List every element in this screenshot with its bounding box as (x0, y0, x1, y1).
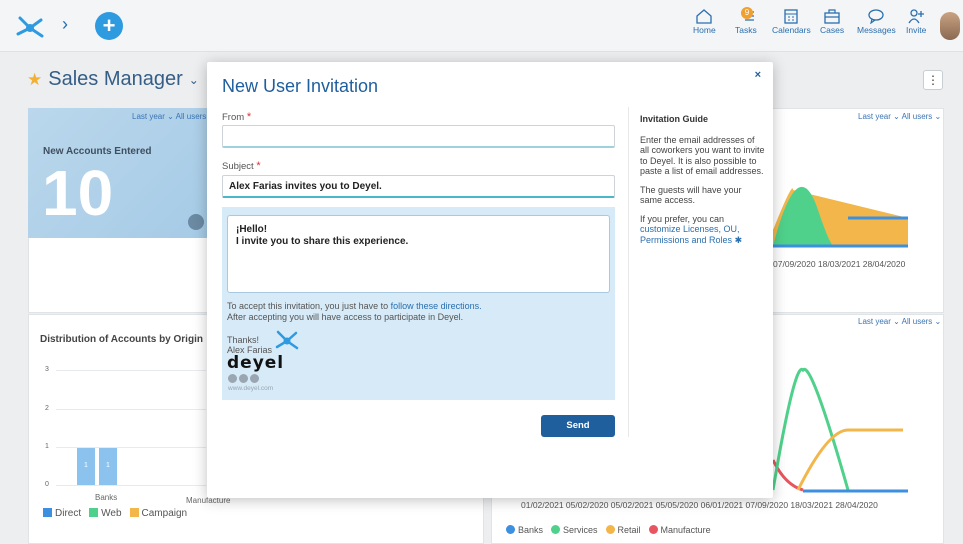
deyel-logo-icon[interactable] (14, 12, 46, 40)
directions-link[interactable]: follow these directions. (391, 301, 482, 311)
y-tick: 3 (45, 366, 49, 373)
message-icon (868, 9, 885, 24)
invite-user-icon (908, 9, 925, 24)
distribution-legend: Direct Web Campaign (43, 508, 187, 519)
nav-messages-label: Messages (857, 25, 896, 35)
gauge-icon (188, 214, 204, 230)
subject-label: Subject * (222, 160, 261, 172)
linkedin-icon[interactable] (239, 374, 248, 383)
favorite-star-icon[interactable]: ★ (27, 70, 42, 90)
user-avatar[interactable] (940, 12, 960, 40)
expand-chevron-icon[interactable]: › (62, 14, 68, 35)
invitation-modal: New User Invitation × From * Subject * A… (207, 62, 773, 498)
social-icons (228, 374, 259, 383)
accounts-filter[interactable]: Last year ⌄ All users (132, 112, 206, 121)
briefcase-icon (824, 9, 840, 24)
line-chart (773, 367, 908, 493)
message-textarea[interactable]: ¡Hello! I invite you to share this exper… (227, 215, 610, 293)
accounts-value: 10 (42, 157, 114, 229)
y-tick: 0 (45, 481, 49, 488)
message-line: ¡Hello! (236, 224, 268, 235)
accept-instructions: To accept this invitation, you just have… (227, 301, 482, 322)
right-bottom-dates: 01/02/2021 05/02/2020 05/02/2021 05/05/2… (521, 500, 878, 510)
nav-calendars[interactable]: Calendars (772, 8, 811, 35)
nav-cases-label: Cases (820, 25, 845, 35)
more-options-button[interactable]: ⋮ (923, 70, 943, 90)
add-button[interactable]: + (95, 12, 123, 40)
nav-invite-label: Invite (906, 25, 927, 35)
deyel-mark-icon (275, 330, 299, 350)
guide-paragraph: If you prefer, you can customize License… (640, 213, 743, 245)
page-title-text: Sales Manager (48, 68, 183, 90)
nav-home-label: Home (693, 25, 716, 35)
nav-tasks-label: Tasks (735, 25, 757, 35)
nav-tasks[interactable]: 9 Tasks (735, 7, 757, 35)
gear-icon: ✱ (734, 234, 743, 245)
title-chevron-down-icon[interactable]: ⌄ (189, 73, 199, 87)
gridline (56, 409, 206, 410)
y-tick: 2 (45, 405, 49, 412)
legend-item[interactable]: Services (551, 525, 598, 535)
nav-calendars-label: Calendars (772, 25, 811, 35)
customize-link[interactable]: customize Licenses, OU, Permissions and … (640, 224, 740, 245)
legend-item[interactable]: Banks (506, 525, 543, 535)
invitation-guide: Invitation Guide Enter the email address… (640, 114, 765, 253)
right-top-dates: 07/09/2020 18/03/2021 28/04/2020 (773, 259, 906, 269)
guide-paragraph: The guests will have your same access. (640, 184, 742, 206)
legend-item[interactable]: Web (89, 508, 122, 519)
right-top-filter[interactable]: Last year ⌄ All users ⌄ (858, 112, 941, 121)
guide-paragraph: Enter the email addresses of all coworke… (640, 134, 765, 177)
guide-title: Invitation Guide (640, 114, 709, 124)
area-chart (773, 186, 908, 248)
website-link[interactable]: www.deyel.com (228, 385, 273, 392)
accounts-stat-card: Last year ⌄ All users New Accounts Enter… (28, 108, 208, 238)
nav-cases[interactable]: Cases (820, 8, 844, 35)
y-tick: 1 (45, 443, 49, 450)
gridline (56, 370, 206, 371)
tasks-badge: 9 (741, 7, 753, 19)
gridline (56, 485, 206, 486)
from-input[interactable] (222, 125, 615, 148)
legend-item[interactable]: Manufacture (648, 525, 711, 535)
calendar-icon (784, 9, 799, 24)
deyel-wordmark: deyel (227, 353, 285, 373)
nav-invite[interactable]: Invite (906, 8, 926, 35)
send-button[interactable]: Send (541, 415, 615, 437)
bar-banks-web[interactable]: 1 (99, 448, 117, 485)
legend-item[interactable]: Direct (43, 508, 81, 519)
nav-messages[interactable]: Messages (857, 8, 896, 35)
right-bottom-filter[interactable]: Last year ⌄ All users ⌄ (858, 317, 941, 326)
required-asterisk-icon: * (246, 111, 252, 123)
divider (628, 107, 629, 437)
home-icon (696, 9, 712, 24)
modal-title: New User Invitation (222, 76, 379, 96)
message-preview-panel: ¡Hello! I invite you to share this exper… (222, 207, 615, 400)
from-label: From * (222, 111, 252, 123)
message-line: I invite you to share this experience. (236, 236, 409, 247)
bar-banks-direct[interactable]: 1 (77, 448, 95, 485)
close-icon[interactable]: × (755, 69, 761, 81)
twitter-icon[interactable] (228, 374, 237, 383)
youtube-icon[interactable] (250, 374, 259, 383)
nav-home[interactable]: Home (693, 8, 716, 35)
required-asterisk-icon: * (256, 160, 261, 172)
legend-item[interactable]: Campaign (129, 508, 187, 519)
signature: Thanks! Alex Farias (227, 335, 273, 355)
page-title[interactable]: ★ Sales Manager ⌄ (27, 68, 199, 91)
top-bar: › + Home 9 Tasks Calendars Cases Message… (0, 0, 963, 52)
subject-input[interactable]: Alex Farias invites you to Deyel. (222, 175, 615, 198)
right-legend: Banks Services Retail Manufacture (506, 525, 711, 535)
legend-item[interactable]: Retail (605, 525, 641, 535)
x-tick: Banks (95, 493, 118, 502)
distribution-title: Distribution of Accounts by Origin (40, 334, 203, 345)
